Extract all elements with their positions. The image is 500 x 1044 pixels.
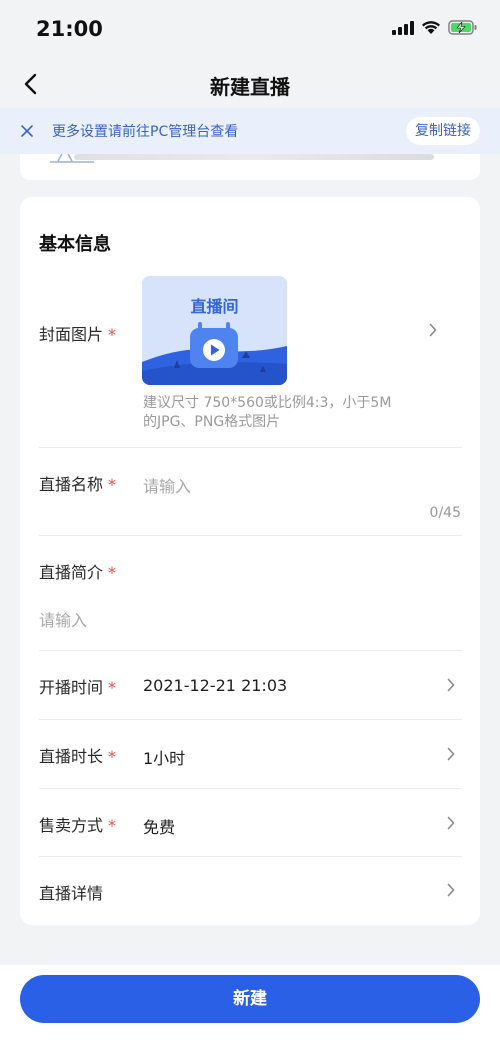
sale-label: 售卖方式 * bbox=[39, 812, 116, 836]
chevron-right-icon bbox=[429, 323, 437, 337]
chevron-right-icon bbox=[447, 883, 455, 897]
required-mark: * bbox=[108, 678, 117, 697]
name-label-text: 直播名称 bbox=[39, 475, 104, 494]
cover-hint-line1: 建议尺寸 750*560或比例4:3，小于5M bbox=[143, 395, 392, 411]
duration-label: 直播时长 * bbox=[39, 743, 116, 767]
notice-close-button[interactable] bbox=[17, 121, 37, 141]
details-label[interactable]: 直播详情 bbox=[39, 880, 103, 904]
required-mark: * bbox=[108, 325, 117, 344]
name-label: 直播名称 * bbox=[39, 471, 116, 495]
status-time: 21:00 bbox=[36, 17, 103, 41]
divider bbox=[39, 535, 462, 536]
sale-label-text: 售卖方式 bbox=[39, 816, 104, 835]
start-time-value[interactable]: 2021-12-21 21:03 bbox=[143, 676, 287, 695]
notice-banner: 更多设置请前往PC管理台查看 复制链接 bbox=[0, 108, 500, 154]
intro-input[interactable]: 请输入 bbox=[39, 607, 439, 631]
cover-hint-line2: 的JPG、PNG格式图片 bbox=[143, 414, 281, 430]
divider bbox=[39, 856, 462, 857]
duration-chevron[interactable] bbox=[444, 747, 458, 761]
illustration-icon bbox=[50, 154, 94, 163]
notice-text: 更多设置请前往PC管理台查看 bbox=[52, 124, 239, 140]
chevron-right-icon bbox=[447, 678, 455, 692]
bottom-bar: 新建 bbox=[0, 965, 500, 1044]
status-bar: 21:00 bbox=[0, 0, 500, 60]
cover-hint: 建议尺寸 750*560或比例4:3，小于5M 的JPG、PNG格式图片 bbox=[143, 394, 423, 432]
cover-image[interactable]: 直播间 bbox=[142, 276, 287, 385]
sale-chevron[interactable] bbox=[444, 816, 458, 830]
intro-label-text: 直播简介 bbox=[39, 563, 104, 582]
start-time-label-text: 开播时间 bbox=[39, 678, 104, 697]
duration-value[interactable]: 1小时 bbox=[143, 745, 185, 769]
status-icons bbox=[392, 20, 478, 35]
divider bbox=[39, 447, 462, 448]
name-input[interactable]: 请输入 bbox=[143, 473, 443, 497]
name-counter: 0/45 bbox=[429, 505, 461, 521]
required-mark: * bbox=[108, 816, 117, 835]
start-time-chevron[interactable] bbox=[444, 678, 458, 692]
previous-card bbox=[20, 154, 480, 180]
sale-value[interactable]: 免费 bbox=[143, 814, 175, 838]
required-mark: * bbox=[108, 475, 117, 494]
signal-icon bbox=[392, 20, 414, 35]
page-title: 新建直播 bbox=[210, 75, 290, 99]
intro-label: 直播简介 * bbox=[39, 559, 116, 583]
chevron-right-icon bbox=[447, 816, 455, 830]
copy-link-button[interactable]: 复制链接 bbox=[406, 117, 480, 145]
battery-charging-icon bbox=[448, 20, 477, 35]
start-time-label: 开播时间 * bbox=[39, 674, 116, 698]
required-mark: * bbox=[108, 563, 117, 582]
divider bbox=[39, 650, 462, 651]
required-mark: * bbox=[108, 747, 117, 766]
cover-image-title: 直播间 bbox=[190, 297, 239, 316]
basic-info-card: 基本信息 封面图片 * 直播间 建议尺寸 750*560或比例4:3，小于5M 的… bbox=[20, 197, 480, 925]
previous-card-strip bbox=[74, 154, 434, 160]
divider bbox=[39, 719, 462, 720]
nav-bar: 新建直播 bbox=[0, 60, 500, 108]
chevron-right-icon bbox=[447, 747, 455, 761]
create-button[interactable]: 新建 bbox=[20, 975, 480, 1023]
duration-label-text: 直播时长 bbox=[39, 747, 104, 766]
divider bbox=[39, 788, 462, 789]
details-chevron[interactable] bbox=[444, 883, 458, 897]
wifi-icon bbox=[422, 21, 440, 34]
cover-label: 封面图片 * bbox=[39, 321, 116, 345]
close-icon bbox=[21, 125, 33, 137]
section-title: 基本信息 bbox=[39, 234, 111, 255]
cover-chevron[interactable] bbox=[426, 323, 440, 337]
cover-label-text: 封面图片 bbox=[39, 325, 104, 344]
